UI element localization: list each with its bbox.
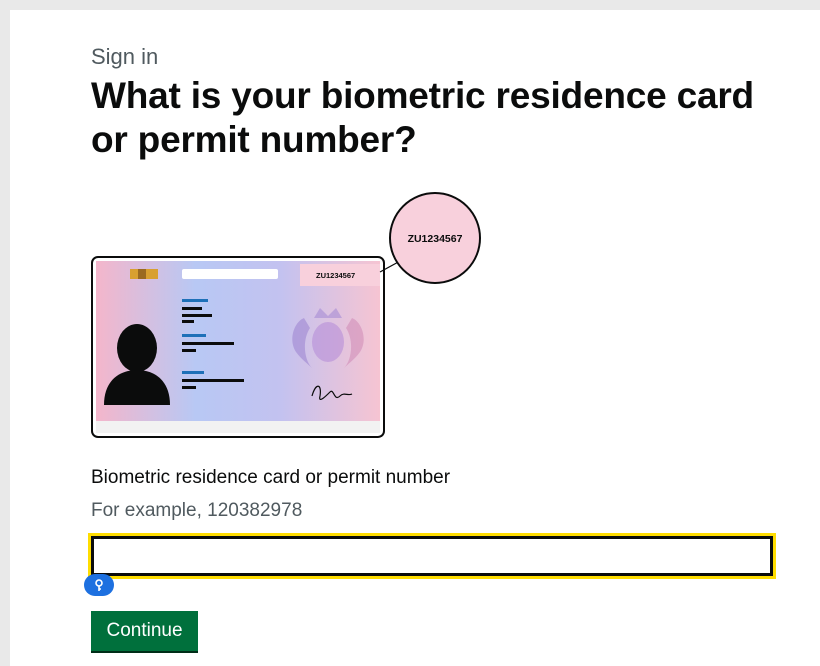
field-label: Biometric residence card or permit numbe… <box>91 467 451 488</box>
page-caption: Sign in <box>91 44 159 69</box>
page-title: What is your biometric residence card or… <box>91 75 754 160</box>
biometric-card-illustration: ZU1234567 ZU1234567 <box>91 192 481 438</box>
card-number: ZU1234567 <box>316 271 355 280</box>
input-focus-ring <box>88 533 776 579</box>
autofill-key-icon[interactable] <box>84 574 114 596</box>
field-hint: For example, 120382978 <box>91 500 303 521</box>
card-number-input[interactable] <box>91 536 773 576</box>
magnified-number: ZU1234567 <box>408 233 463 245</box>
magnifier-callout: ZU1234567 <box>389 192 481 284</box>
continue-button[interactable]: Continue <box>91 611 198 651</box>
